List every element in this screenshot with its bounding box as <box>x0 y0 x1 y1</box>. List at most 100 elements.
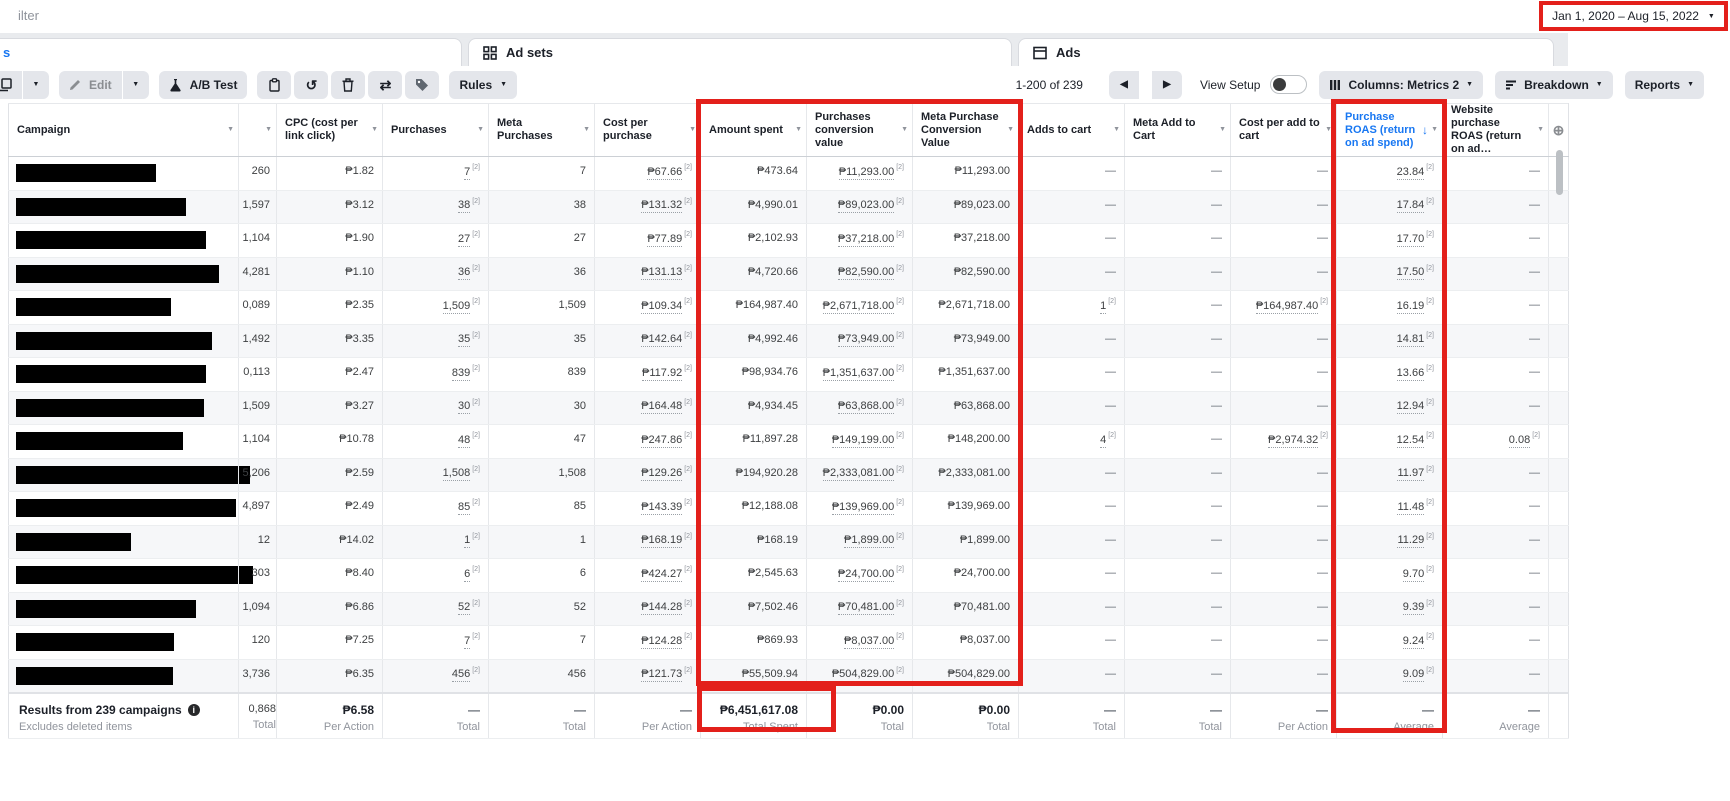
cpp-value[interactable]: ₱142.64 <box>641 333 683 348</box>
edit-menu-caret[interactable]: ▼ <box>122 70 149 99</box>
roas-value[interactable]: 12.94 <box>1396 400 1425 415</box>
purchases-value[interactable]: 6 <box>464 567 471 582</box>
column-sort-caret-icon[interactable]: ▼ <box>371 126 378 133</box>
column-header-meta_atc[interactable]: Meta Add to Cart ▼ <box>1124 103 1231 157</box>
conv-value[interactable]: ₱63,868.00 <box>837 400 895 415</box>
column-sort-caret-icon[interactable]: ▼ <box>583 126 590 133</box>
purchases-value[interactable]: 1 <box>464 534 471 549</box>
atc-value[interactable]: 1 <box>1100 299 1107 314</box>
roas-value[interactable]: 11.97 <box>1397 467 1425 482</box>
conv-value[interactable]: ₱73,949.00 <box>837 333 895 348</box>
purchases-value[interactable]: 7 <box>464 634 471 649</box>
roas-value[interactable]: 12.54 <box>1396 433 1425 448</box>
conv-value[interactable]: ₱2,333,081.00 <box>822 467 895 482</box>
cpp-value[interactable]: ₱144.28 <box>641 601 683 616</box>
roas-value[interactable]: 9.24 <box>1402 634 1425 649</box>
purchases-value[interactable]: 38 <box>457 199 471 214</box>
column-header-cpp[interactable]: Cost per purchase ▼ <box>594 103 701 157</box>
table-row[interactable]: 1,104 ₱1.90 27 [2] 27 ₱77.89 [2] ₱2,102.93 ₱37,2… <box>8 223 1569 258</box>
rules-button[interactable]: Rules ▼ <box>449 70 518 99</box>
purchases-value[interactable]: 48 <box>457 433 471 448</box>
column-header-col2[interactable]: ▼ <box>238 103 277 157</box>
cpp-value[interactable]: ₱247.86 <box>641 433 683 448</box>
conv-value[interactable]: ₱2,671,718.00 <box>822 299 895 314</box>
column-header-web_roas[interactable]: Website purchase ROAS (return on ad… ▼ <box>1442 103 1549 157</box>
table-row[interactable]: 5,206 ₱2.59 1,508 [2] 1,508 ₱129.26 [2] ₱194,92… <box>8 458 1569 492</box>
conv-value[interactable]: ₱70,481.00 <box>837 601 895 616</box>
tag-button[interactable] <box>405 70 440 99</box>
duplicate-menu-caret[interactable]: ▼ <box>23 70 49 99</box>
clipboard-button[interactable] <box>257 70 292 99</box>
purchases-value[interactable]: 7 <box>464 165 471 180</box>
purchases-value[interactable]: 85 <box>457 500 471 515</box>
table-row[interactable]: 4,897 ₱2.49 85 [2] 85 ₱143.39 [2] ₱12,188.08 ₱13… <box>8 491 1569 526</box>
cpp-value[interactable]: ₱109.34 <box>641 299 683 314</box>
delete-button[interactable] <box>331 70 366 99</box>
vertical-scrollbar[interactable] <box>1556 150 1563 195</box>
roas-value[interactable]: 9.39 <box>1402 601 1425 616</box>
roas-value[interactable]: 23.84 <box>1396 165 1425 180</box>
next-page-button[interactable]: ▶ <box>1151 70 1182 99</box>
column-sort-caret-icon[interactable]: ▼ <box>227 126 234 133</box>
conv-value[interactable]: ₱1,351,637.00 <box>822 366 895 381</box>
table-row[interactable]: 4,281 ₱1.10 36 [2] 36 ₱131.13 [2] ₱4,720.66 ₱82,… <box>8 257 1569 291</box>
roas-value[interactable]: 17.70 <box>1396 232 1425 247</box>
column-sort-caret-icon[interactable]: ▼ <box>795 126 802 133</box>
purchases-value[interactable]: 1,508 <box>442 467 471 482</box>
table-row[interactable]: 1,597 ₱3.12 38 [2] 38 ₱131.32 [2] ₱4,990.01 ₱89,… <box>8 190 1569 224</box>
undo-button[interactable]: ↺ <box>294 70 329 99</box>
date-range-selector[interactable]: Jan 1, 2020 – Aug 15, 2022 <box>1552 9 1699 23</box>
cpp-value[interactable]: ₱124.28 <box>641 634 683 649</box>
cpp-value[interactable]: ₱67.66 <box>647 165 683 180</box>
edit-button[interactable]: Edit <box>59 70 122 99</box>
view-setup-toggle[interactable] <box>1270 75 1308 94</box>
roas-value[interactable]: 17.50 <box>1396 266 1425 281</box>
table-row[interactable]: 1,094 ₱6.86 52 [2] 52 ₱144.28 [2] ₱7,502.46 ₱70,… <box>8 592 1569 626</box>
column-sort-caret-icon[interactable]: ▼ <box>689 126 696 133</box>
add-column-button[interactable]: ⊕ <box>1548 103 1569 157</box>
cpp-value[interactable]: ₱121.73 <box>641 668 683 683</box>
column-sort-caret-icon[interactable]: ▼ <box>1537 126 1544 133</box>
roas-value[interactable]: 16.19 <box>1396 299 1425 314</box>
conv-value[interactable]: ₱24,700.00 <box>837 567 895 582</box>
cpp-value[interactable]: ₱131.32 <box>641 199 683 214</box>
column-sort-caret-icon[interactable]: ▼ <box>265 126 272 133</box>
table-row[interactable]: 260 ₱1.82 7 [2] 7 ₱67.66 [2] ₱473.64 ₱11,293.00[… <box>8 156 1569 191</box>
table-row[interactable]: 120 ₱7.25 7 [2] 7 ₱124.28 [2] ₱869.93 ₱8,037.00[… <box>8 625 1569 660</box>
column-sort-caret-icon[interactable]: ▼ <box>1219 126 1226 133</box>
column-sort-caret-icon[interactable]: ▼ <box>1325 126 1332 133</box>
table-row[interactable]: 0,089 ₱2.35 1,509 [2] 1,509 ₱109.34 [2] ₱164,98… <box>8 290 1569 325</box>
export-button[interactable]: ⇄ <box>368 70 403 99</box>
purchases-value[interactable]: 30 <box>457 400 471 415</box>
column-sort-caret-icon[interactable]: ▼ <box>901 126 908 133</box>
conv-value[interactable]: ₱504,829.00 <box>831 668 895 683</box>
table-row[interactable]: 12 ₱14.02 1 [2] 1 ₱168.19 [2] ₱168.19 ₱1,899.00[… <box>8 525 1569 559</box>
column-header-conv[interactable]: Purchases conversion value ▼ <box>806 103 913 157</box>
reports-button[interactable]: Reports ▼ <box>1624 70 1704 99</box>
column-sort-caret-icon[interactable]: ▼ <box>1007 126 1014 133</box>
conv-value[interactable]: ₱1,899.00 <box>844 534 895 549</box>
tab-campaigns[interactable]: s <box>0 38 462 66</box>
column-header-atc[interactable]: Adds to cart ▼ <box>1018 103 1125 157</box>
conv-value[interactable]: ₱37,218.00 <box>837 232 895 247</box>
table-row[interactable]: 1,104 ₱10.78 48 [2] 47 ₱247.86 [2] ₱11,897.28 ₱1… <box>8 424 1569 459</box>
tab-ad-sets[interactable]: Ad sets <box>468 38 1012 66</box>
cpp-value[interactable]: ₱168.19 <box>641 534 683 549</box>
cpp-value[interactable]: ₱77.89 <box>647 232 683 247</box>
conv-value[interactable]: ₱89,023.00 <box>837 199 895 214</box>
column-header-cpatc[interactable]: Cost per add to cart ▼ <box>1230 103 1337 157</box>
conv-value[interactable]: ₱139,969.00 <box>831 500 895 515</box>
columns-button[interactable]: Columns: Metrics 2 ▼ <box>1319 70 1484 99</box>
column-header-cpc[interactable]: CPC (cost per link click) ▼ <box>276 103 383 157</box>
purchases-value[interactable]: 36 <box>457 266 471 281</box>
roas-value[interactable]: 11.48 <box>1397 500 1425 515</box>
cpp-value[interactable]: ₱164.48 <box>641 400 683 415</box>
tab-ads[interactable]: Ads <box>1018 38 1554 66</box>
column-sort-caret-icon[interactable]: ▼ <box>477 126 484 133</box>
conv-value[interactable]: ₱149,199.00 <box>831 433 895 448</box>
search-filter-partial-text[interactable]: ilter <box>18 8 39 23</box>
column-header-meta_purchases[interactable]: Meta Purchases ▼ <box>488 103 595 157</box>
roas-value[interactable]: 17.84 <box>1396 199 1425 214</box>
column-header-purchases[interactable]: Purchases ▼ <box>382 103 489 157</box>
purchases-value[interactable]: 839 <box>451 366 471 381</box>
